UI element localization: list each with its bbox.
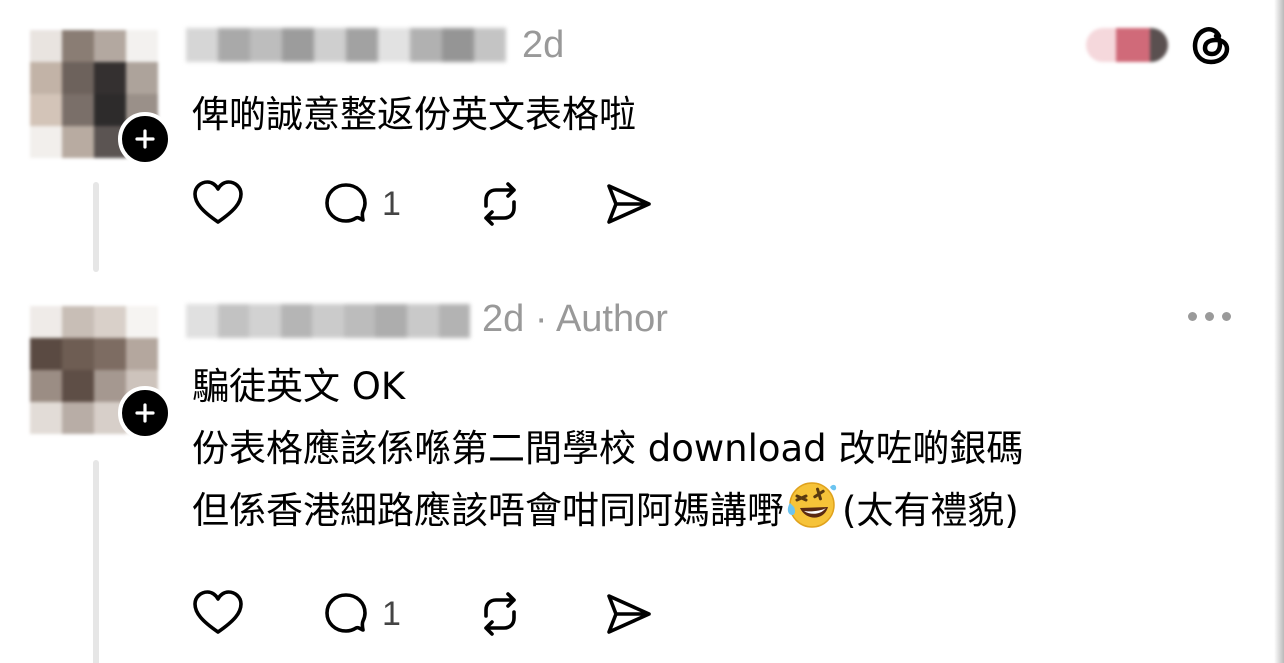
threads-logo-icon[interactable] [1188, 22, 1234, 68]
reply-text-line: 份表格應該係喺第二間學校 download 改咗啲銀碼 [192, 427, 1024, 470]
dot [1205, 312, 1214, 321]
scrollbar-edge [1274, 0, 1284, 663]
send-icon [607, 184, 651, 224]
comment-icon [325, 593, 367, 633]
plus-icon [135, 403, 155, 423]
share-button[interactable] [600, 586, 656, 642]
comment-icon [325, 183, 367, 223]
plus-icon [135, 129, 155, 149]
reply-text-line: 俾啲誠意整返份英文表格啦 [192, 93, 636, 136]
comment-button[interactable]: 1 [318, 176, 401, 232]
redacted-badge [1086, 28, 1168, 62]
repost-icon [484, 182, 516, 226]
dot [1188, 312, 1197, 321]
comment-count: 1 [382, 184, 401, 223]
reply-text-segment: 但係香港細路應該唔會咁同阿媽講嘢 [192, 489, 784, 532]
reply-timestamp: 2d · Author [482, 298, 668, 340]
like-button[interactable] [190, 586, 246, 642]
rolling-on-floor-laughing-emoji [787, 482, 837, 528]
repost-button[interactable] [472, 586, 528, 642]
repost-button[interactable] [472, 176, 528, 232]
reply-actions: 1 [190, 586, 670, 642]
follow-button[interactable] [118, 112, 172, 166]
more-options-icon[interactable] [1188, 312, 1231, 321]
thread-connector-line [93, 182, 99, 272]
comment-button[interactable]: 1 [318, 586, 401, 642]
send-icon [607, 594, 651, 634]
reply-text-line: 但係香港細路應該唔會咁同阿媽講嘢 (太有禮貌) [192, 480, 1023, 542]
dot [1222, 312, 1231, 321]
reply-text-segment: (太有禮貌) [842, 489, 1019, 532]
reply-timestamp: 2d [522, 24, 565, 66]
share-button[interactable] [600, 176, 656, 232]
heart-icon [193, 180, 243, 224]
username-redacted[interactable] [186, 304, 471, 338]
username-redacted[interactable] [186, 28, 506, 62]
comment-count: 1 [382, 594, 401, 633]
threads-reply-feed: 2d 俾啲誠意整返份英文表格啦 1 2d · Author 騙徒英文 OK 份表… [0, 0, 1284, 663]
reply-body: 俾啲誠意整返份英文表格啦 [192, 84, 636, 146]
reply-body: 騙徒英文 OK 份表格應該係喺第二間學校 download 改咗啲銀碼 但係香港… [192, 356, 1023, 542]
follow-button[interactable] [118, 386, 172, 440]
like-button[interactable] [190, 176, 246, 232]
reply-actions: 1 [190, 176, 670, 232]
reply-text-line: 騙徒英文 OK [192, 365, 406, 408]
heart-icon [193, 590, 243, 634]
thread-connector-line [93, 460, 99, 663]
repost-icon [484, 592, 516, 636]
